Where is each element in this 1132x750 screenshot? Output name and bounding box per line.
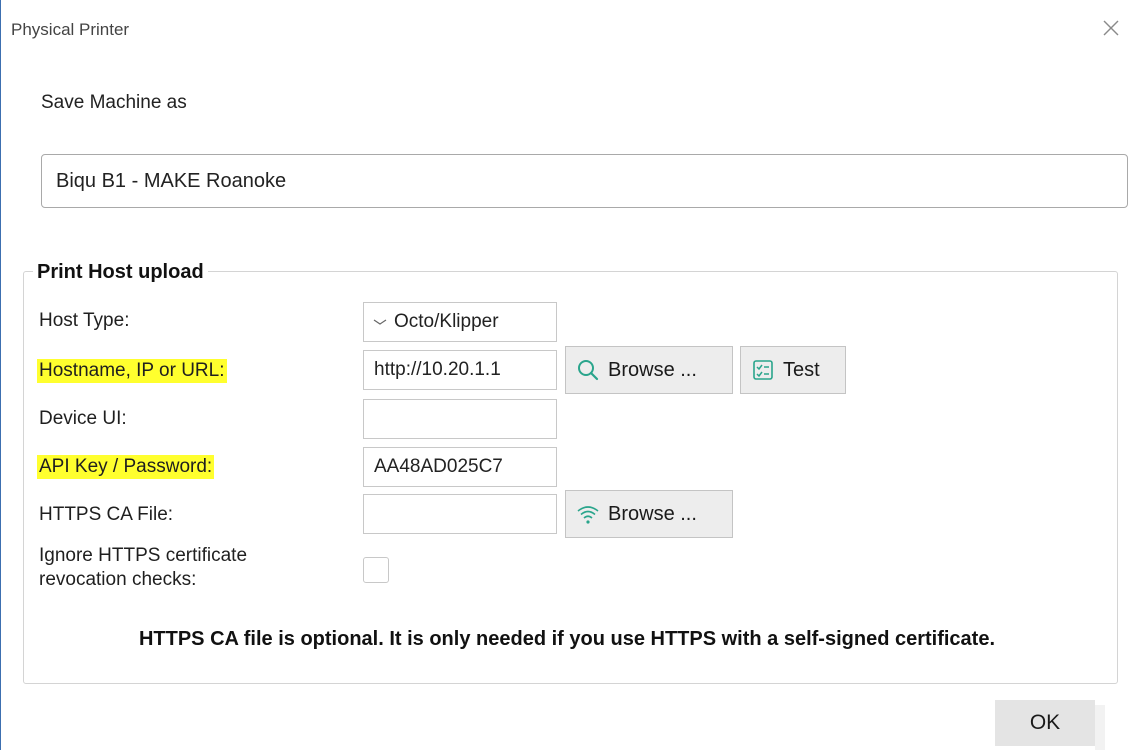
- https-ca-note: HTTPS CA file is optional. It is only ne…: [138, 628, 996, 650]
- device-ui-label: Device UI:: [39, 408, 127, 429]
- ignore-revocation-label-line1: Ignore HTTPS certificate: [39, 545, 248, 566]
- hostname-label: Hostname, IP or URL:: [37, 359, 227, 383]
- title-bar: Physical Printer: [1, 0, 1132, 60]
- ignore-revocation-checkbox[interactable]: [363, 557, 389, 583]
- chevron-down-icon: [373, 319, 387, 325]
- search-icon: [578, 360, 599, 381]
- window-title: Physical Printer: [11, 20, 130, 39]
- test-label: Test: [783, 358, 820, 381]
- machine-name-input[interactable]: [41, 154, 1128, 208]
- ignore-revocation-label-line2: revocation checks:: [39, 569, 197, 590]
- host-type-select[interactable]: Octo/Klipper: [363, 302, 557, 342]
- browse-ca-label: Browse ...: [608, 502, 697, 525]
- test-button[interactable]: Test: [740, 346, 846, 394]
- close-icon: [1103, 20, 1119, 36]
- api-key-input[interactable]: [363, 447, 557, 487]
- physical-printer-dialog: Physical Printer Save Machine as Print H…: [0, 0, 1132, 750]
- host-type-value: Octo/Klipper: [394, 311, 499, 332]
- api-key-label: API Key / Password:: [37, 455, 215, 479]
- close-button[interactable]: [1097, 14, 1125, 42]
- device-ui-input[interactable]: [363, 399, 557, 439]
- group-title: Print Host upload: [33, 261, 208, 284]
- browse-host-button[interactable]: Browse ...: [565, 346, 733, 394]
- ok-button-shadow: [1095, 705, 1105, 750]
- https-ca-label: HTTPS CA File:: [39, 504, 174, 525]
- browse-host-label: Browse ...: [608, 358, 697, 381]
- ignore-revocation-label: Ignore HTTPS certificate revocation chec…: [39, 544, 247, 592]
- https-ca-input[interactable]: [363, 494, 557, 534]
- wifi-icon: [577, 506, 599, 524]
- save-machine-label: Save Machine as: [41, 92, 187, 113]
- hostname-input[interactable]: [363, 350, 557, 390]
- checklist-icon: [753, 360, 773, 380]
- host-type-label: Host Type:: [39, 310, 130, 331]
- browse-ca-button[interactable]: Browse ...: [565, 490, 733, 538]
- ok-button[interactable]: OK: [995, 700, 1095, 746]
